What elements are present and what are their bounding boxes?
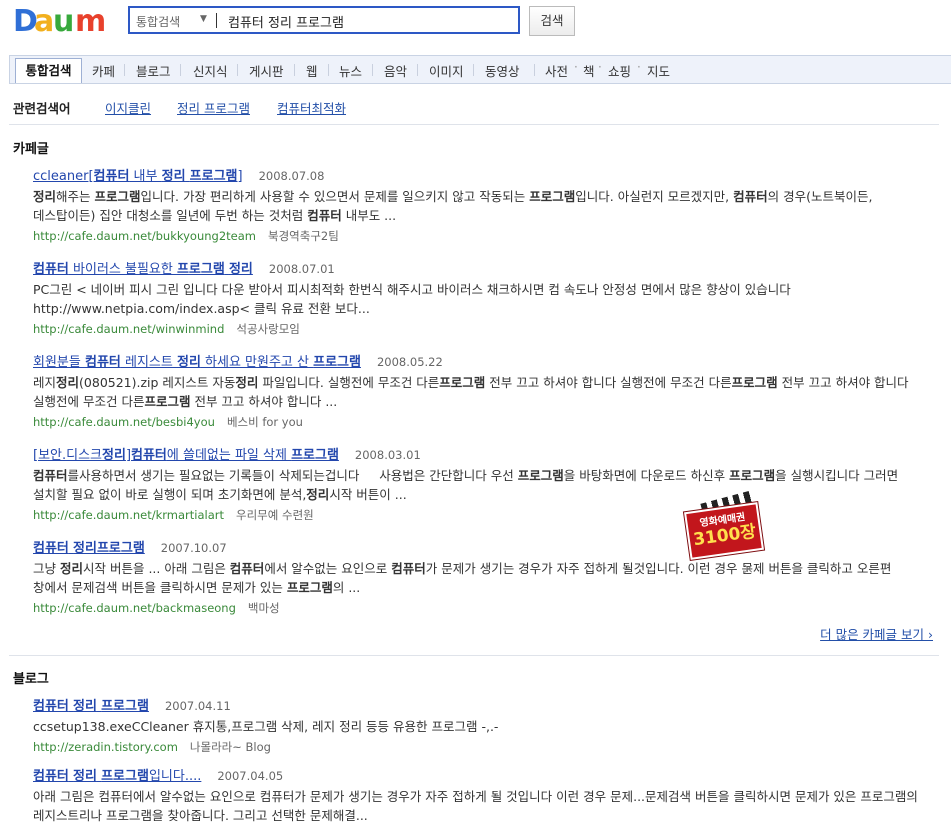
result-item: 컴퓨터 정리 프로그램 2007.04.11 ccsetup138.exeCCle… — [33, 695, 928, 755]
result-source[interactable]: 우리무예 수련원 — [236, 508, 314, 522]
section-title-cafe: 카페글 — [13, 142, 49, 157]
result-title-link[interactable]: 컴퓨터 정리 프로그램입니다.... — [33, 769, 201, 784]
result-item: 컴퓨터 정리프로그램 2007.10.07 그냥 정리시작 버튼을 ... 아래 … — [33, 537, 928, 616]
tab-knowledge[interactable]: 신지식 — [193, 61, 228, 80]
tab-dictionary[interactable]: 사전 — [545, 61, 568, 80]
result-snippet: 아래 그림은 컴퓨터에서 알수없는 요인으로 컴퓨터가 문제가 생기는 경우가 … — [33, 789, 918, 823]
result-item: [보안.디스크정리]컴퓨터에 쓸데없는 파일 삭제 프로그램 2008.03.01… — [33, 444, 928, 523]
result-snippet: 그냥 정리시작 버튼을 ... 아래 그림은 컴퓨터에서 알수없는 요인으로 컴… — [33, 561, 892, 595]
tab-blog[interactable]: 블로그 — [136, 61, 171, 80]
result-snippet: 컴퓨터를사용하면서 생기는 필요없는 기록들이 삭제되는겁니다 사용법은 간단합… — [33, 468, 899, 502]
tab-books[interactable]: 책 — [583, 61, 595, 80]
result-title-link[interactable]: 컴퓨터 정리프로그램 — [33, 541, 145, 556]
tab-map[interactable]: 지도 — [647, 61, 670, 80]
divider — [9, 655, 939, 656]
result-source[interactable]: 석공사랑모임 — [236, 322, 299, 336]
search-divider — [216, 13, 217, 28]
result-item: 컴퓨터 정리 프로그램입니다.... 2007.04.05 아래 그림은 컴퓨터에… — [33, 765, 928, 825]
result-title-link[interactable]: 컴퓨터 정리 프로그램 — [33, 699, 149, 714]
close-icon[interactable]: × — [743, 562, 754, 577]
divider — [9, 124, 939, 125]
dot-separator: · — [637, 60, 641, 74]
more-cafe-link[interactable]: 더 많은 카페글 보기 › — [820, 624, 933, 643]
result-date: 2008.07.01 — [268, 262, 335, 276]
tab-image[interactable]: 이미지 — [429, 61, 464, 80]
result-source[interactable]: 백마성 — [248, 601, 280, 615]
ad-banner[interactable]: 영화예매권 3100장 — [684, 502, 764, 560]
result-url[interactable]: http://cafe.daum.net/backmaseong — [33, 601, 236, 615]
result-item: 회원분들 컴퓨터 레지스트 정리 하세요 만원주고 산 프로그램 2008.05.… — [33, 351, 928, 430]
result-title-link[interactable]: 컴퓨터 바이러스 불필요한 프로그램 정리 — [33, 262, 253, 277]
tab-divider — [372, 64, 373, 76]
tab-divider — [237, 64, 238, 76]
result-title-link[interactable]: 회원분들 컴퓨터 레지스트 정리 하세요 만원주고 산 프로그램 — [33, 355, 361, 370]
result-snippet: ccsetup138.exeCCleaner 휴지통,프로그램 삭제, 레지 정… — [33, 719, 499, 734]
tab-video[interactable]: 동영상 — [485, 61, 520, 80]
result-url[interactable]: http://cafe.daum.net/bukkyoung2team — [33, 229, 256, 243]
result-date: 2007.04.05 — [217, 769, 284, 783]
result-item: 컴퓨터 바이러스 불필요한 프로그램 정리 2008.07.01 PC그린 < 네… — [33, 258, 928, 337]
tab-shopping[interactable]: 쇼핑 — [608, 61, 631, 80]
daum-logo[interactable]: D a u m — [13, 4, 111, 39]
vertical-tabs: 통합검색 카페 블로그 신지식 게시판 웹 뉴스 음악 이미지 동영상 사전 ·… — [9, 55, 951, 84]
tab-news[interactable]: 뉴스 — [339, 61, 362, 80]
result-source[interactable]: 북경역축구2팀 — [268, 229, 339, 243]
result-date: 2007.10.07 — [160, 541, 227, 555]
header: D a u m 통합검색 ▼ 컴퓨터 정리 프로그램 검색 — [0, 0, 951, 50]
tab-integrated[interactable]: 통합검색 — [15, 58, 82, 83]
tab-divider — [124, 64, 125, 76]
dot-separator: · — [598, 60, 602, 74]
result-item: ccleaner[컴퓨터 내부 정리 프로그램] 2008.07.08 정리해주는… — [33, 165, 928, 244]
search-scope-select[interactable]: 통합검색 — [136, 13, 180, 30]
tab-divider — [180, 64, 181, 76]
result-date: 2007.04.11 — [164, 699, 231, 713]
result-url[interactable]: http://cafe.daum.net/besbi4you — [33, 415, 215, 429]
tab-music[interactable]: 음악 — [384, 61, 407, 80]
tab-divider — [417, 64, 418, 76]
tab-divider — [534, 64, 535, 76]
movie-ticket-ad[interactable]: 영화예매권 3100장 — [683, 490, 764, 561]
section-title-blog: 블로그 — [13, 672, 49, 687]
result-url[interactable]: http://cafe.daum.net/winwinmind — [33, 322, 224, 336]
tab-divider — [294, 64, 295, 76]
result-snippet: 정리해주는 프로그램입니다. 가장 편리하게 사용할 수 있으면서 문제를 일으… — [33, 189, 873, 223]
result-snippet: PC그린 < 네이버 피시 그린 입니다 다운 받아서 피시최적화 한번식 해주… — [33, 282, 791, 316]
result-date: 2008.03.01 — [354, 448, 421, 462]
result-url[interactable]: http://zeradin.tistory.com — [33, 740, 178, 754]
related-search-link[interactable]: 정리 프로그램 — [177, 98, 250, 117]
tab-divider — [473, 64, 474, 76]
result-url[interactable]: http://cafe.daum.net/krmartialart — [33, 508, 224, 522]
tab-board[interactable]: 게시판 — [249, 61, 284, 80]
tab-divider — [328, 64, 329, 76]
tab-cafe[interactable]: 카페 — [92, 61, 115, 80]
related-searches-label: 관련검색어 — [13, 101, 71, 116]
related-search-link[interactable]: 이지클린 — [105, 98, 151, 117]
search-box[interactable]: 통합검색 ▼ 컴퓨터 정리 프로그램 — [128, 6, 520, 34]
related-search-link[interactable]: 컴퓨터최적화 — [277, 98, 346, 117]
result-title-link[interactable]: ccleaner[컴퓨터 내부 정리 프로그램] — [33, 169, 243, 184]
result-source[interactable]: 나몰라라~ Blog — [190, 740, 271, 754]
result-date: 2008.05.22 — [376, 355, 443, 369]
tab-web[interactable]: 웹 — [306, 61, 318, 80]
result-snippet: 레지정리(080521).zip 레지스트 자동정리 파일입니다. 실행전에 무… — [33, 375, 909, 409]
dot-separator: · — [574, 60, 578, 74]
search-button[interactable]: 검색 — [529, 6, 575, 36]
result-title-link[interactable]: [보안.디스크정리]컴퓨터에 쓸데없는 파일 삭제 프로그램 — [33, 448, 339, 463]
result-date: 2008.07.08 — [258, 169, 325, 183]
chevron-down-icon[interactable]: ▼ — [200, 14, 207, 24]
result-source[interactable]: 베스비 for you — [227, 415, 303, 429]
search-input[interactable]: 컴퓨터 정리 프로그램 — [228, 12, 344, 31]
